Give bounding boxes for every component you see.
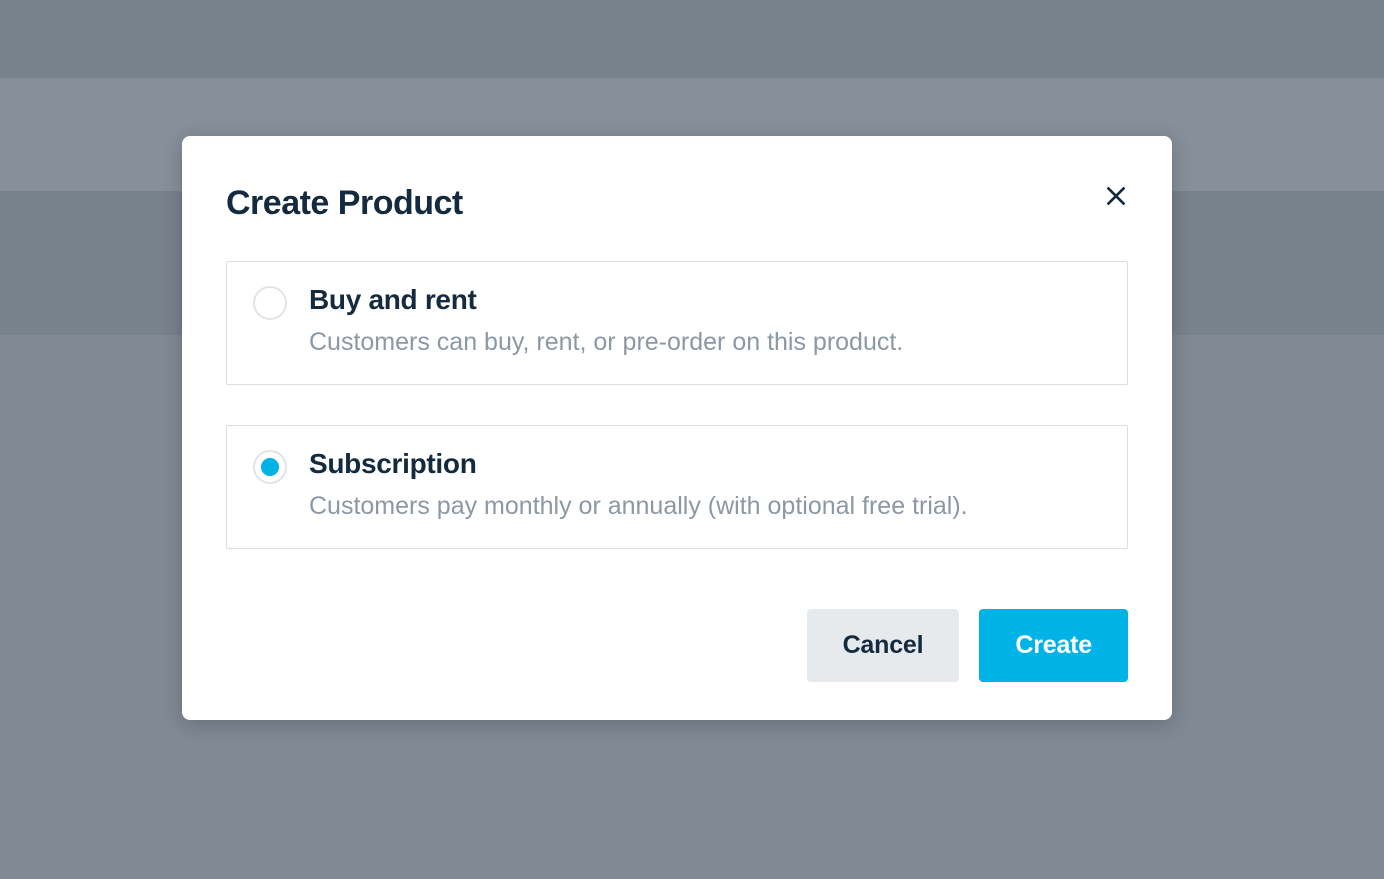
modal-title: Create Product <box>226 184 463 223</box>
option-description: Customers pay monthly or annually (with … <box>309 490 1101 524</box>
background-overlay <box>0 0 1384 78</box>
modal-header: Create Product <box>226 184 1128 223</box>
option-body: Subscription Customers pay monthly or an… <box>309 448 1101 524</box>
radio-subscription[interactable] <box>253 450 287 484</box>
radio-buy-and-rent[interactable] <box>253 286 287 320</box>
option-body: Buy and rent Customers can buy, rent, or… <box>309 284 1101 360</box>
option-buy-and-rent[interactable]: Buy and rent Customers can buy, rent, or… <box>226 261 1128 385</box>
modal-actions: Cancel Create <box>226 609 1128 682</box>
close-button[interactable] <box>1098 178 1134 217</box>
option-title: Buy and rent <box>309 284 1101 316</box>
create-product-modal: Create Product Buy and rent Customers ca… <box>182 136 1172 720</box>
cancel-button[interactable]: Cancel <box>807 609 960 682</box>
create-button[interactable]: Create <box>979 609 1128 682</box>
option-description: Customers can buy, rent, or pre-order on… <box>309 326 1101 360</box>
option-title: Subscription <box>309 448 1101 480</box>
option-subscription[interactable]: Subscription Customers pay monthly or an… <box>226 425 1128 549</box>
close-icon <box>1103 183 1129 209</box>
